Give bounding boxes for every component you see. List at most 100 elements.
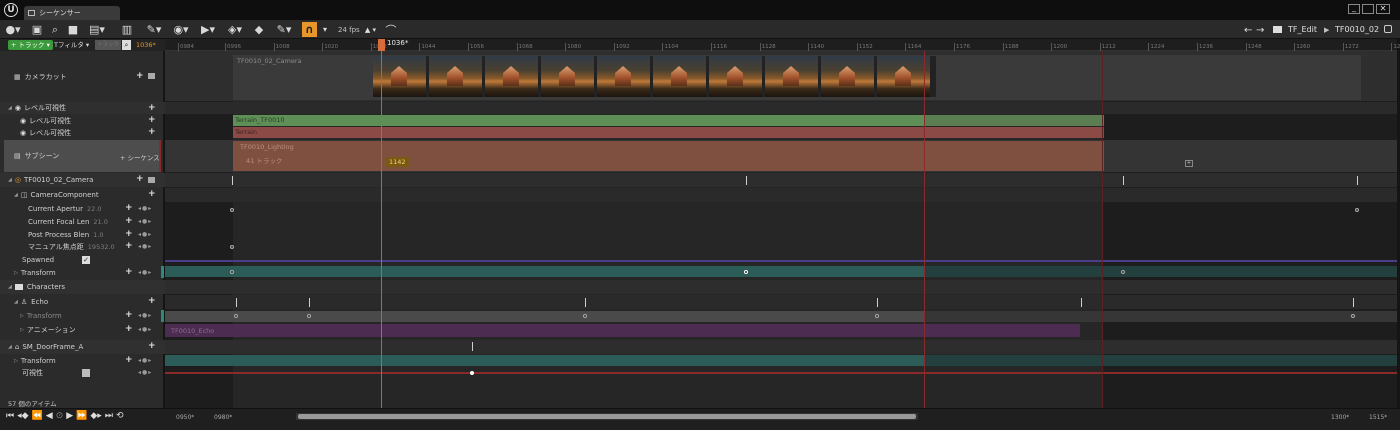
play-reverse-icon[interactable]: ◀: [46, 411, 53, 421]
snap-magnet-icon[interactable]: ∩: [302, 22, 317, 37]
expand-arrow-icon[interactable]: ◢: [14, 192, 18, 198]
door-transform-add-key-button[interactable]: +: [125, 355, 133, 365]
range-out-field[interactable]: 1300*: [1331, 414, 1349, 421]
play-icon[interactable]: ▶: [66, 411, 73, 421]
focal-key-nav[interactable]: ◂●▸: [138, 218, 152, 225]
track-camera-component[interactable]: ◢ ◫ CameraComponent: [0, 188, 165, 202]
camera-transform-bar-tail[interactable]: [924, 266, 1397, 277]
keyframe[interactable]: [1351, 314, 1355, 318]
terrain-section[interactable]: [233, 127, 1104, 138]
door-visibility-key-nav[interactable]: ◂●▸: [138, 369, 152, 376]
keyframe[interactable]: [307, 314, 311, 318]
camera-icon[interactable]: ■: [66, 23, 80, 36]
keyframe[interactable]: [1355, 208, 1359, 212]
echo-add-button[interactable]: +: [148, 296, 156, 306]
keyframe[interactable]: [470, 371, 474, 375]
property-post-process-value[interactable]: 1.0: [93, 231, 103, 239]
echo-transform-add-key-button[interactable]: +: [125, 310, 133, 320]
loop-icon[interactable]: ⟲: [116, 411, 124, 421]
manual-focus-add-key-button[interactable]: +: [125, 241, 133, 251]
camera-transform-add-key-button[interactable]: +: [125, 267, 133, 277]
echo-transform-key-nav[interactable]: ◂●▸: [138, 312, 152, 319]
aperture-add-key-button[interactable]: +: [125, 203, 133, 213]
lock-icon[interactable]: [1384, 25, 1392, 33]
keyframe[interactable]: [744, 270, 748, 274]
go-to-end-icon[interactable]: ⏭: [105, 411, 113, 421]
expand-arrow-icon[interactable]: ◢: [8, 105, 12, 111]
expand-arrow-icon[interactable]: ◢: [8, 284, 12, 290]
post-process-add-key-button[interactable]: +: [125, 229, 133, 239]
add-track-button[interactable]: + トラック ▾: [8, 40, 53, 50]
expand-arrow-icon[interactable]: ◢: [8, 344, 12, 350]
playback-options-icon[interactable]: ▶▾: [198, 23, 218, 36]
camera-transform-bar[interactable]: [165, 266, 924, 277]
step-back-frame-icon[interactable]: ⏪: [32, 411, 43, 421]
camera-transform-key-nav[interactable]: ◂●▸: [138, 269, 152, 276]
camera-cut-lock-icon[interactable]: [148, 73, 155, 79]
record-icon[interactable]: ⊙: [56, 411, 64, 421]
filter-button[interactable]: Tフィルタ ▾: [54, 40, 89, 50]
focal-add-key-button[interactable]: +: [125, 216, 133, 226]
save-icon[interactable]: ▣: [30, 23, 44, 36]
step-back-key-icon[interactable]: ◂◆: [17, 411, 28, 421]
timeline-scrollbar-thumb[interactable]: [298, 414, 916, 419]
back-button[interactable]: ←: [1244, 25, 1252, 36]
track-level-vis-2[interactable]: ◉ レベル可視性: [0, 127, 165, 139]
level-visibility-add-button[interactable]: +: [148, 103, 156, 113]
aperture-key-nav[interactable]: ◂●▸: [138, 205, 152, 212]
camera-actor-lock-icon[interactable]: [148, 177, 155, 183]
door-frame-add-button[interactable]: +: [148, 341, 156, 351]
render-movie-icon[interactable]: ▤▾: [86, 23, 108, 36]
echo-animation-key-nav[interactable]: ◂●▸: [138, 326, 152, 333]
current-time-field[interactable]: 1036*: [136, 40, 156, 50]
track-level-vis-1[interactable]: ◉ レベル可視性: [0, 115, 165, 127]
curve-editor-icon[interactable]: ⌒: [384, 23, 398, 37]
echo-transform-bar[interactable]: [165, 311, 924, 322]
echo-transform-bar-tail[interactable]: [924, 311, 1397, 322]
expand-arrow-icon[interactable]: ▷: [14, 358, 18, 364]
camera-actor-add-button[interactable]: +: [136, 174, 144, 184]
door-visibility-checkbox[interactable]: [82, 369, 90, 377]
track-search-input[interactable]: [95, 40, 121, 50]
level-vis-2-add-button[interactable]: +: [148, 127, 156, 137]
keyframe[interactable]: [230, 208, 234, 212]
subscene-add-icon[interactable]: +: [1185, 160, 1193, 167]
snap-dropdown-icon[interactable]: ▾: [320, 23, 330, 36]
property-aperture-value[interactable]: 22.0: [87, 205, 101, 213]
forward-button[interactable]: →: [1256, 25, 1264, 36]
keyframe[interactable]: [230, 245, 234, 249]
export-icon[interactable]: ▥: [120, 23, 134, 36]
camera-cut-add-button[interactable]: +: [136, 71, 144, 81]
keyframe[interactable]: [583, 314, 587, 318]
expand-arrow-icon[interactable]: ◢: [8, 177, 12, 183]
folder-characters[interactable]: ◢ Characters: [0, 280, 165, 294]
property-focal-value[interactable]: 21.0: [93, 218, 107, 226]
sequencer-tab[interactable]: シーケンサー: [24, 6, 120, 20]
search-icon[interactable]: ⌕: [48, 23, 62, 36]
track-door-frame[interactable]: ◢ ⌂ SM_DoorFrame_A: [0, 340, 165, 354]
range-in-field[interactable]: 0980*: [214, 414, 232, 421]
key-options-icon[interactable]: ◈▾: [224, 23, 246, 36]
maximize-button[interactable]: [1362, 4, 1374, 14]
minimize-button[interactable]: _: [1348, 4, 1360, 14]
playhead-handle[interactable]: [378, 39, 385, 51]
range-start-field[interactable]: 0950*: [176, 414, 194, 421]
step-forward-key-icon[interactable]: ◆▸: [90, 411, 101, 421]
edit-pen-icon[interactable]: ✎▾: [274, 23, 294, 36]
keyframe[interactable]: [1121, 270, 1125, 274]
door-transform-bar[interactable]: [165, 355, 924, 366]
expand-arrow-icon[interactable]: ▷: [20, 327, 24, 333]
view-options-icon[interactable]: ◉▾: [170, 23, 192, 36]
keyframe[interactable]: [234, 314, 238, 318]
door-transform-bar-tail[interactable]: [924, 355, 1397, 366]
property-manual-focus-value[interactable]: 19532.0: [88, 243, 115, 251]
track-level-visibility[interactable]: ◢ ◉ レベル可視性: [0, 102, 165, 114]
expand-arrow-icon[interactable]: ▷: [20, 313, 24, 319]
go-to-start-icon[interactable]: ⏮: [6, 411, 14, 421]
keyframe[interactable]: [230, 270, 234, 274]
add-sequence-button[interactable]: + シーケンス: [120, 152, 160, 162]
post-process-key-nav[interactable]: ◂●▸: [138, 231, 152, 238]
echo-animation-add-button[interactable]: +: [125, 324, 133, 334]
terrain-tf-section[interactable]: [233, 115, 924, 126]
track-echo[interactable]: ◢ ♙ Echo: [0, 295, 165, 309]
